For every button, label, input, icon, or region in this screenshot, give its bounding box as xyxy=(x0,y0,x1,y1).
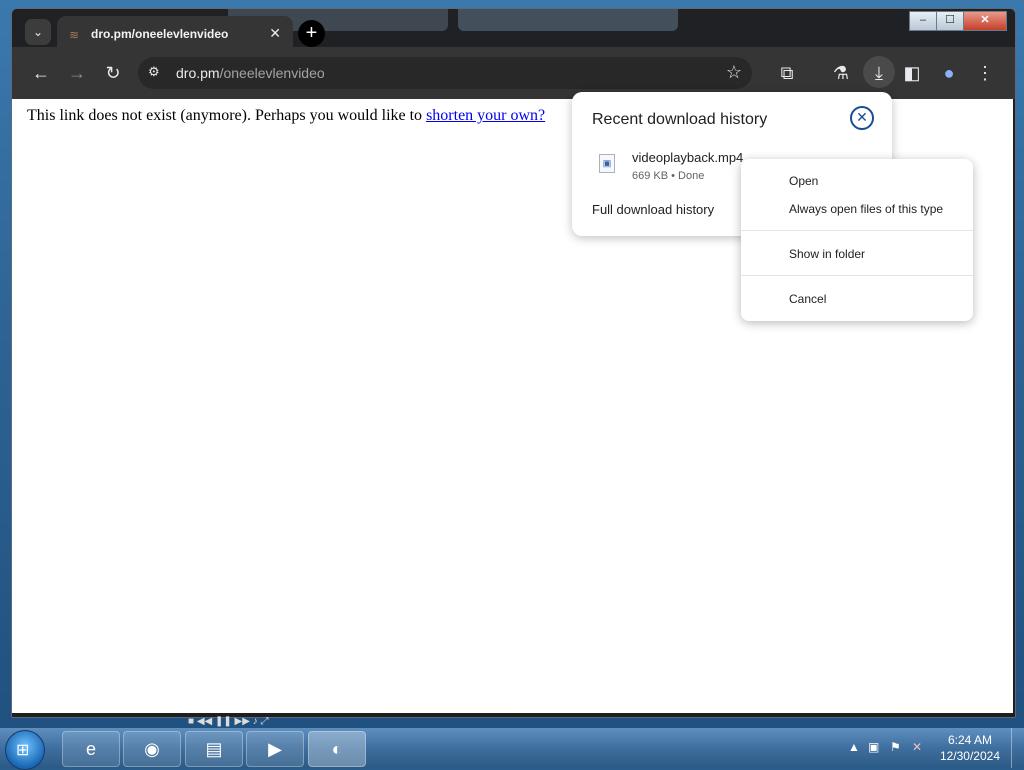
media-controls-ghost: ■ ◀◀ ❚❚ ▶▶ ♪ ⤢ xyxy=(188,716,269,727)
menu-item-always-open[interactable]: Always open files of this type xyxy=(789,202,943,216)
download-file-name[interactable]: videoplayback.mp4 xyxy=(632,150,743,165)
clock[interactable]: 6:24 AM 12/30/2024 xyxy=(940,732,1000,764)
browser-menu-icon[interactable]: ⋮ xyxy=(973,61,997,85)
taskbar: ⊞ e ◉ ▤ ▶ ◐ ▲ ▣ ⚑ ✕ 6:24 AM 12/30/2024 xyxy=(0,728,1024,770)
download-file-status: 669 KB • Done xyxy=(632,170,705,182)
shorten-link[interactable]: shorten your own? xyxy=(426,107,545,124)
file-explorer-icon[interactable]: ▤ xyxy=(185,731,243,767)
full-download-history-link[interactable]: Full download history xyxy=(592,202,714,217)
url-host: dro.pm xyxy=(176,65,220,81)
active-app-icon[interactable]: ◐ xyxy=(308,731,366,767)
background-window-ghost xyxy=(458,9,678,31)
system-tray: ▲ ▣ ⚑ ✕ 6:24 AM 12/30/2024 xyxy=(834,728,1024,768)
new-tab-button[interactable]: + xyxy=(298,20,325,47)
window-controls: – ☐ ✕ xyxy=(909,11,1007,31)
download-panel-title: Recent download history xyxy=(592,111,768,128)
show-hidden-icons-icon[interactable]: ▲ xyxy=(848,740,860,754)
labs-icon[interactable]: ⚗ xyxy=(829,61,853,85)
side-panel-icon[interactable]: ◧ xyxy=(900,61,924,85)
error-message-text: This link does not exist (anymore). Perh… xyxy=(27,107,427,124)
page-favicon-icon: ≋ xyxy=(69,28,80,42)
menu-divider xyxy=(741,275,973,276)
tab-title: dro.pm/oneelevlenvideo xyxy=(91,27,229,41)
menu-item-cancel[interactable]: Cancel xyxy=(789,292,826,306)
menu-item-show-in-folder[interactable]: Show in folder xyxy=(789,247,865,261)
tab-strip: ⌄ ≋ dro.pm/oneelevlenvideo ✕ + – ☐ ✕ xyxy=(12,9,1015,54)
error-message: This link does not exist (anymore). Perh… xyxy=(27,107,545,125)
clock-date: 12/30/2024 xyxy=(939,749,1000,763)
menu-item-open[interactable]: Open xyxy=(789,174,818,188)
menu-divider xyxy=(741,230,973,231)
clock-time: 6:24 AM xyxy=(947,733,992,747)
start-button[interactable]: ⊞ xyxy=(5,730,45,770)
network-icon[interactable]: ▣ xyxy=(868,740,879,754)
bookmark-star-icon[interactable]: ☆ xyxy=(726,62,742,83)
video-file-icon: ▣ xyxy=(599,154,615,173)
firefox-icon[interactable]: ◉ xyxy=(123,731,181,767)
reload-button[interactable]: ↻ xyxy=(101,61,125,85)
url-text[interactable]: dro.pm/oneelevlenvideo xyxy=(176,65,325,81)
show-desktop-button[interactable] xyxy=(1011,728,1024,768)
volume-muted-icon[interactable]: ✕ xyxy=(912,740,922,754)
extensions-icon[interactable]: ⧉ xyxy=(775,61,799,85)
close-panel-icon[interactable]: ✕ xyxy=(850,106,874,130)
close-window-button[interactable]: ✕ xyxy=(963,11,1007,31)
profile-avatar-icon[interactable]: ● xyxy=(937,61,961,85)
tab-search-button[interactable]: ⌄ xyxy=(25,19,51,45)
download-context-menu: Open Always open files of this type Show… xyxy=(741,159,973,321)
maximize-button[interactable]: ☐ xyxy=(936,11,964,31)
internet-explorer-icon[interactable]: e xyxy=(62,731,120,767)
download-icon[interactable]: ⤓ xyxy=(867,61,891,85)
address-bar[interactable]: ⚙ dro.pm/oneelevlenvideo ☆ xyxy=(138,57,752,89)
minimize-button[interactable]: – xyxy=(909,11,937,31)
action-center-flag-icon[interactable]: ⚑ xyxy=(890,740,901,754)
back-button[interactable]: ← xyxy=(29,61,53,85)
url-path: /oneelevlenvideo xyxy=(219,65,325,81)
media-player-icon[interactable]: ▶ xyxy=(246,731,304,767)
site-info-icon[interactable]: ⚙ xyxy=(148,64,160,80)
tab-close-icon[interactable]: ✕ xyxy=(269,25,281,42)
windows-logo-icon: ⊞ xyxy=(16,742,30,759)
forward-button[interactable]: → xyxy=(65,61,89,85)
